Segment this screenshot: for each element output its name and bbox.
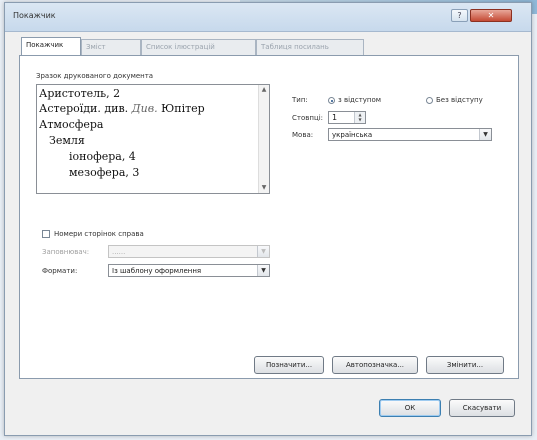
preview-line: Астероїди. див. Див. Юпітер: [39, 102, 205, 115]
preview-scrollbar[interactable]: ▲ ▼: [258, 85, 269, 193]
ok-button[interactable]: ОК: [379, 399, 441, 417]
tab-panel-index: Зразок друкованого документа Аристотель,…: [19, 55, 519, 379]
chevron-down-icon[interactable]: ▼: [257, 265, 269, 276]
index-dialog: Покажчик ? ✕ Покажчик Зміст Список ілюст…: [4, 2, 532, 436]
print-preview-box: Аристотель, 2 Астероїди. див. Див. Юпіте…: [36, 84, 270, 194]
preview-line: Атмосфера: [39, 118, 104, 131]
columns-label: Стовпці:: [292, 114, 324, 122]
columns-stepper[interactable]: 1 ▲ ▼: [328, 111, 366, 124]
tab-index[interactable]: Покажчик: [21, 37, 81, 56]
type-indent-label: з відступом: [338, 96, 382, 104]
right-align-label: Номери сторінок справа: [54, 230, 144, 238]
title-bar: Покажчик ? ✕: [5, 3, 531, 32]
language-label: Мова:: [292, 131, 314, 139]
modify-button[interactable]: Змінити...: [426, 356, 504, 374]
help-icon[interactable]: ?: [451, 9, 468, 22]
preview-line: мезофера, 3: [69, 166, 140, 179]
print-preview-label: Зразок друкованого документа: [36, 72, 154, 80]
tab-leader-select[interactable]: ...... ▼: [108, 245, 270, 258]
preview-line: Аристотель, 2: [39, 87, 121, 100]
close-icon[interactable]: ✕: [470, 9, 512, 22]
language-select[interactable]: українська ▼: [328, 128, 492, 141]
type-label: Тип:: [292, 96, 308, 104]
scroll-down-icon[interactable]: ▼: [259, 183, 269, 193]
type-runin-radio[interactable]: [426, 97, 433, 104]
tab-leader-label: Заповнювач:: [42, 248, 90, 256]
spinner-arrows-icon[interactable]: ▲ ▼: [354, 112, 365, 123]
type-runin-label: Без відступу: [436, 96, 483, 104]
tab-authorities[interactable]: Таблиця посилань: [256, 39, 364, 55]
chevron-down-icon[interactable]: ▼: [479, 129, 491, 140]
tab-contents[interactable]: Зміст: [81, 39, 141, 55]
automark-button[interactable]: Автопозначка...: [332, 356, 418, 374]
window-title: Покажчик: [13, 11, 56, 20]
scroll-up-icon[interactable]: ▲: [259, 85, 269, 95]
formats-select[interactable]: Із шаблону оформлення ▼: [108, 264, 270, 277]
preview-line: Земля: [49, 134, 85, 147]
preview-line: іонофера, 4: [69, 150, 136, 163]
mark-entry-button[interactable]: Позначити...: [254, 356, 324, 374]
type-indent-radio[interactable]: [328, 97, 335, 104]
tab-figures[interactable]: Список ілюстрацій: [141, 39, 256, 55]
formats-label: Формати:: [42, 267, 78, 275]
right-align-checkbox[interactable]: [42, 230, 50, 238]
chevron-down-icon[interactable]: ▼: [257, 246, 269, 257]
cancel-button[interactable]: Скасувати: [449, 399, 515, 417]
